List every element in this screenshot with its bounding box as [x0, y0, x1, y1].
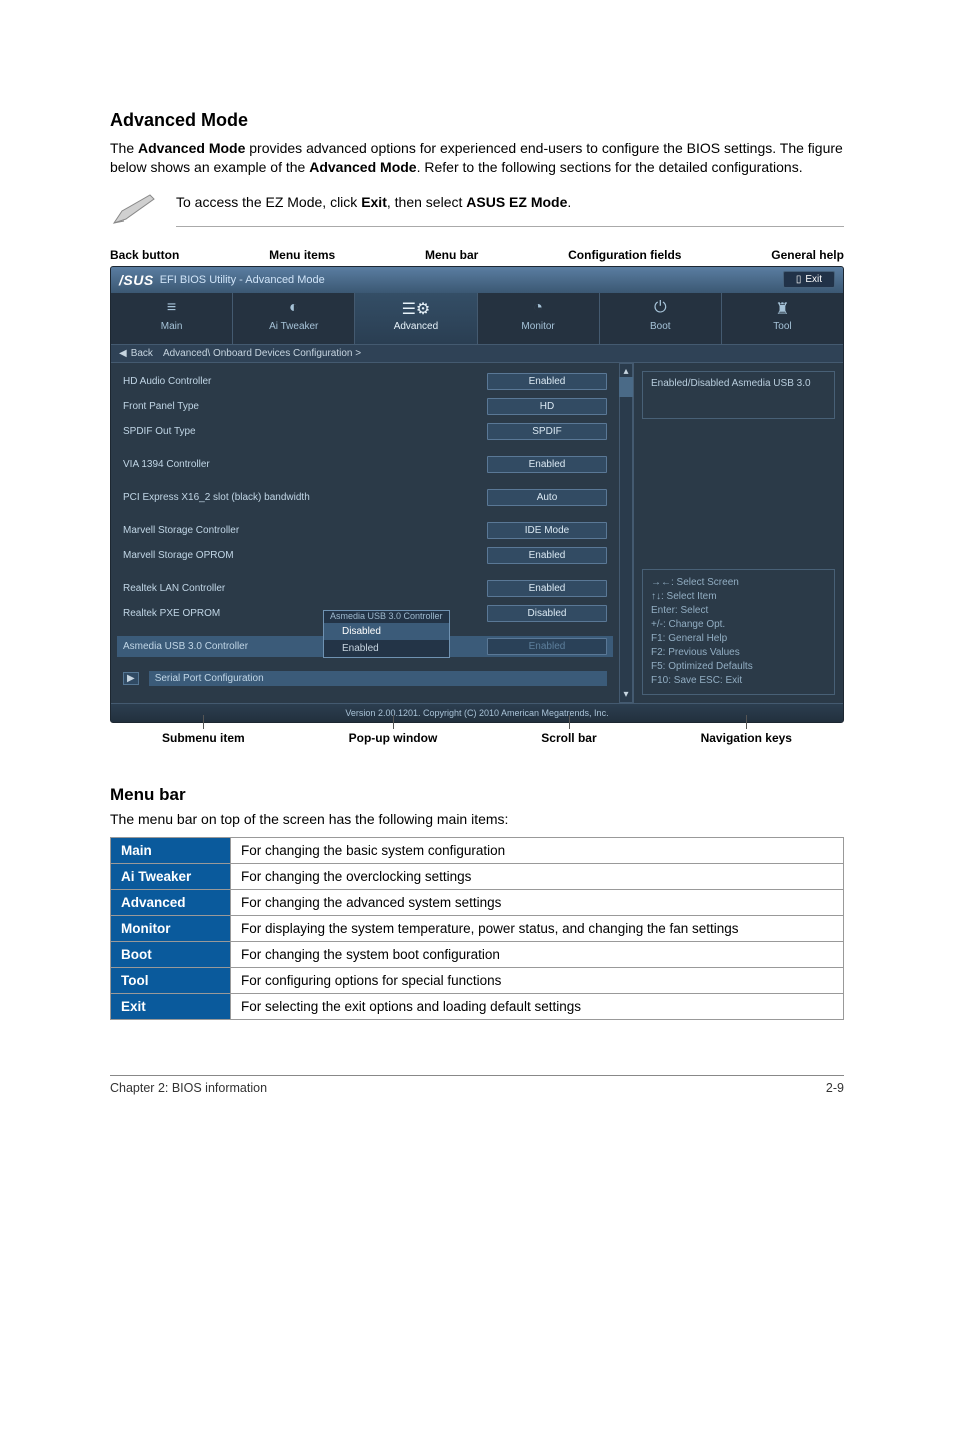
tab-monitor[interactable]: ◔Monitor	[478, 293, 600, 344]
ann-scroll-bar: Scroll bar	[541, 731, 596, 745]
ann-menu-items: Menu items	[269, 248, 335, 262]
cfg-spdif[interactable]: SPDIF Out TypeSPDIF	[117, 421, 613, 442]
general-help-box: Enabled/Disabled Asmedia USB 3.0	[642, 371, 835, 419]
intro-bold-1: Advanced Mode	[138, 140, 245, 156]
cfg-front-panel[interactable]: Front Panel TypeHD	[117, 396, 613, 417]
table-row: MainFor changing the basic system config…	[111, 837, 844, 863]
bios-window: /SUS EFI BIOS Utility - Advanced Mode ▯ …	[110, 266, 844, 723]
table-row: ToolFor configuring options for special …	[111, 967, 844, 993]
desc-tool: For configuring options for special func…	[231, 967, 844, 993]
tab-boot[interactable]: ⏻Boot	[600, 293, 722, 344]
intro-bold-2: Advanced Mode	[309, 159, 416, 175]
ann-config-fields: Configuration fields	[568, 248, 681, 262]
tab-advanced[interactable]: ☰⚙Advanced	[355, 293, 477, 344]
table-row: MonitorFor displaying the system tempera…	[111, 915, 844, 941]
bios-title-text: EFI BIOS Utility - Advanced Mode	[160, 274, 325, 286]
key-exit: Exit	[111, 993, 231, 1019]
popup-opt-disabled[interactable]: Disabled	[324, 623, 449, 640]
key-monitor: Monitor	[111, 915, 231, 941]
desc-advanced: For changing the advanced system setting…	[231, 889, 844, 915]
chip-icon: ☰⚙	[402, 299, 431, 317]
ann-nav-keys: Navigation keys	[701, 731, 792, 745]
menu-bar-intro: The menu bar on top of the screen has th…	[110, 811, 844, 827]
advanced-mode-intro: The Advanced Mode provides advanced opti…	[110, 139, 844, 177]
breadcrumb-bar: ◀Back Advanced\ Onboard Devices Configur…	[111, 345, 843, 363]
desc-monitor: For displaying the system temperature, p…	[231, 915, 844, 941]
cfg-marvell-storage[interactable]: Marvell Storage ControllerIDE Mode	[117, 520, 613, 541]
ann-back-button: Back button	[110, 248, 179, 262]
menu-tabs: ≡Main ◐Ai Tweaker ☰⚙Advanced ◔Monitor ⏻B…	[111, 293, 843, 345]
desc-exit: For selecting the exit options and loadi…	[231, 993, 844, 1019]
cfg-hd-audio[interactable]: HD Audio ControllerEnabled	[117, 371, 613, 392]
intro-text-1: The	[110, 140, 138, 156]
exit-button[interactable]: ▯ Exit	[783, 271, 835, 288]
tab-ai-tweaker[interactable]: ◐Ai Tweaker	[233, 293, 355, 344]
key-boot: Boot	[111, 941, 231, 967]
key-ai-tweaker: Ai Tweaker	[111, 863, 231, 889]
ann-popup-window: Pop-up window	[349, 731, 438, 745]
cfg-marvell-oprom[interactable]: Marvell Storage OPROMEnabled	[117, 545, 613, 566]
power-icon: ⏻	[654, 299, 667, 317]
key-advanced: Advanced	[111, 889, 231, 915]
bottom-annotations: Submenu item Pop-up window Scroll bar Na…	[110, 731, 844, 745]
exit-label: Exit	[805, 274, 822, 285]
cfg-realtek-lan[interactable]: Realtek LAN ControllerEnabled	[117, 578, 613, 599]
table-row: BootFor changing the system boot configu…	[111, 941, 844, 967]
note-row: To access the EZ Mode, click Exit, then …	[110, 191, 844, 230]
cfg-pci-x16[interactable]: PCI Express X16_2 slot (black) bandwidth…	[117, 487, 613, 508]
tab-tool[interactable]: ♜Tool	[722, 293, 843, 344]
table-row: Ai TweakerFor changing the overclocking …	[111, 863, 844, 889]
popup-title: Asmedia USB 3.0 Controller	[324, 611, 449, 623]
advanced-mode-heading: Advanced Mode	[110, 110, 844, 131]
scroll-up-icon[interactable]: ▴	[623, 366, 628, 377]
desc-main: For changing the basic system configurat…	[231, 837, 844, 863]
exit-icon: ▯	[796, 274, 802, 285]
footer-chapter: Chapter 2: BIOS information	[110, 1081, 267, 1095]
back-button[interactable]: ◀Back	[119, 348, 153, 359]
scroll-down-icon[interactable]: ▾	[623, 689, 628, 700]
page-footer: Chapter 2: BIOS information 2-9	[110, 1075, 844, 1095]
pencil-icon	[110, 191, 158, 230]
top-annotations: Back button Menu items Menu bar Configur…	[110, 248, 844, 262]
intro-text-3: . Refer to the following sections for th…	[417, 159, 803, 175]
scroll-bar[interactable]: ▴ ▾	[619, 363, 633, 703]
back-arrow-icon: ◀	[119, 348, 127, 359]
bios-footer: Version 2.00.1201. Copyright (C) 2010 Am…	[111, 703, 843, 722]
menu-bar-heading: Menu bar	[110, 785, 844, 805]
ann-submenu-item: Submenu item	[162, 731, 245, 745]
note-text: To access the EZ Mode, click Exit, then …	[176, 194, 844, 227]
key-main: Main	[111, 837, 231, 863]
tab-main[interactable]: ≡Main	[111, 293, 233, 344]
ann-menu-bar: Menu bar	[425, 248, 478, 262]
monitor-icon: ◔	[533, 299, 543, 317]
config-panel: HD Audio ControllerEnabled Front Panel T…	[111, 363, 619, 703]
breadcrumb-text: Advanced\ Onboard Devices Configuration …	[163, 348, 361, 359]
list-icon: ≡	[167, 299, 176, 317]
navigation-keys: →←: Select Screen ↑↓: Select Item Enter:…	[642, 569, 835, 695]
bios-title-bar: /SUS EFI BIOS Utility - Advanced Mode ▯ …	[111, 267, 843, 293]
ann-general-help: General help	[771, 248, 844, 262]
menu-bar-table: MainFor changing the basic system config…	[110, 837, 844, 1020]
tool-icon: ♜	[775, 299, 789, 317]
asus-logo: /SUS	[119, 272, 154, 288]
chevron-right-icon: ▶	[123, 672, 139, 685]
footer-page: 2-9	[826, 1081, 844, 1095]
popup-window: Asmedia USB 3.0 Controller Disabled Enab…	[323, 610, 450, 658]
desc-ai-tweaker: For changing the overclocking settings	[231, 863, 844, 889]
popup-opt-enabled[interactable]: Enabled	[324, 640, 449, 657]
cfg-via1394[interactable]: VIA 1394 ControllerEnabled	[117, 454, 613, 475]
scroll-thumb[interactable]	[619, 377, 633, 397]
table-row: ExitFor selecting the exit options and l…	[111, 993, 844, 1019]
table-row: AdvancedFor changing the advanced system…	[111, 889, 844, 915]
key-tool: Tool	[111, 967, 231, 993]
desc-boot: For changing the system boot configurati…	[231, 941, 844, 967]
gauge-icon: ◐	[289, 299, 299, 317]
cfg-serial-port[interactable]: ▶Serial Port Configuration	[117, 669, 613, 688]
